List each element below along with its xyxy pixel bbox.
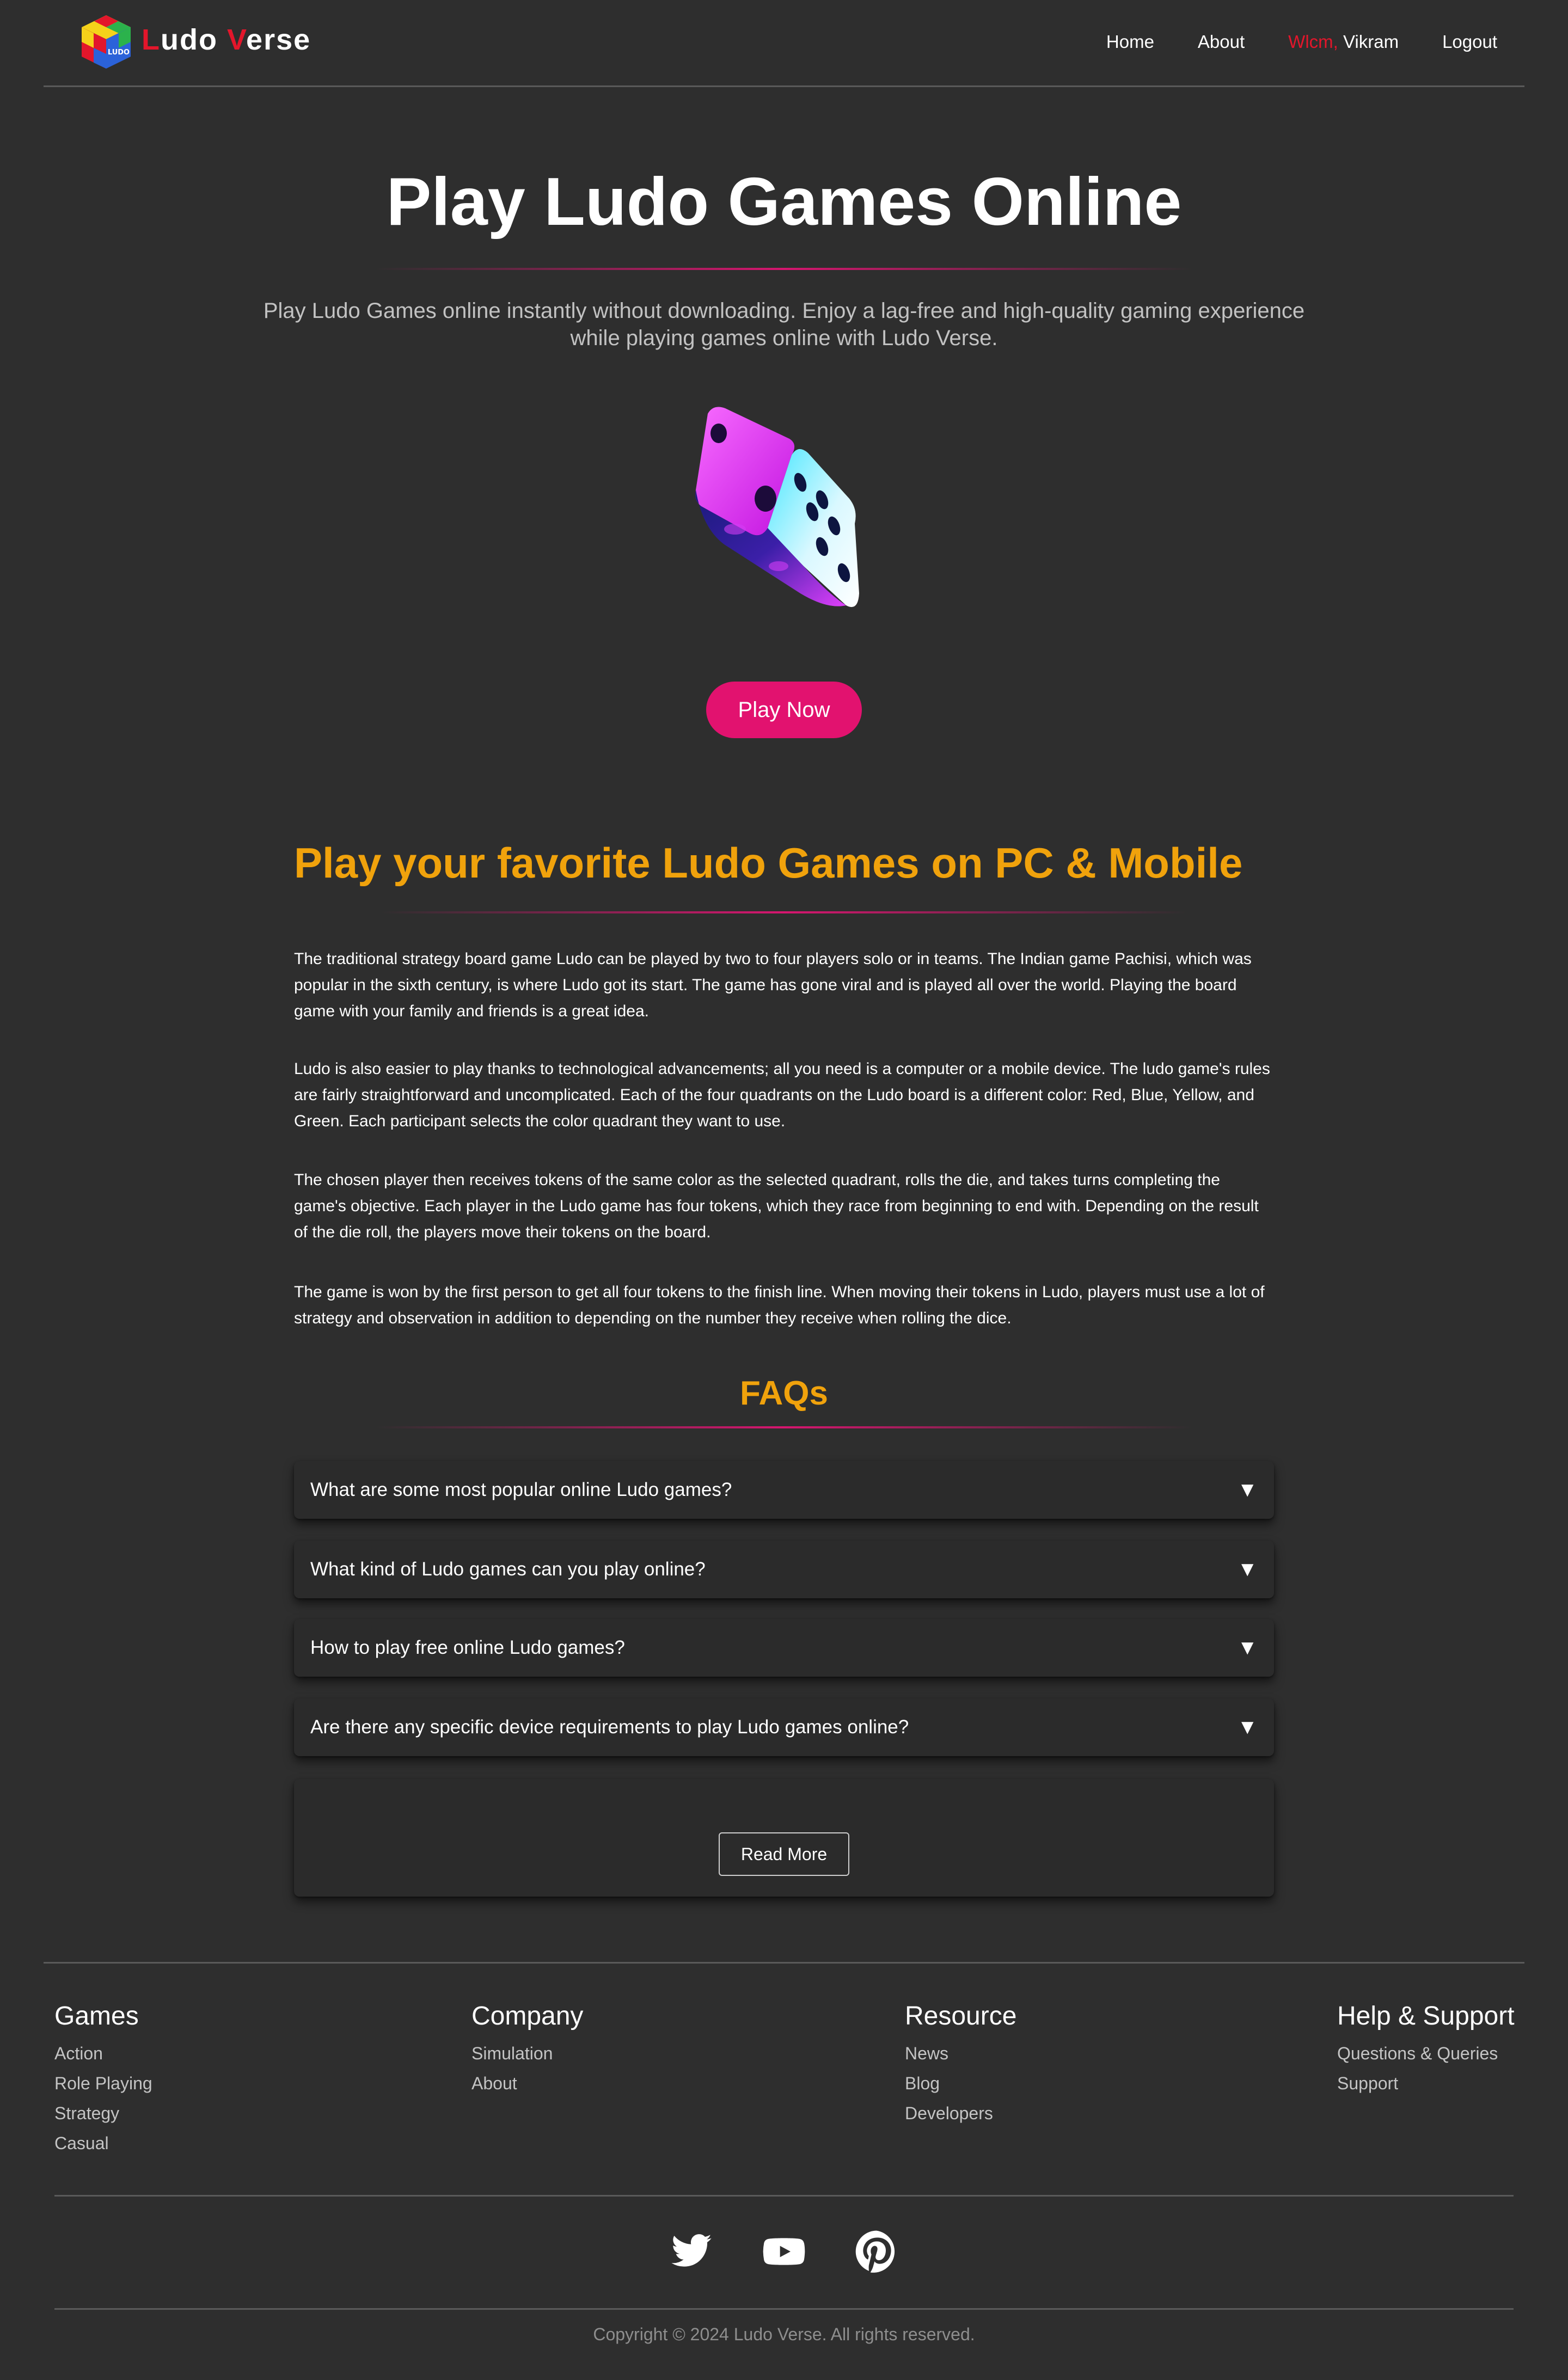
welcome-prefix: Wlcm, xyxy=(1288,32,1338,52)
ludo-cube-logo-icon[interactable]: LUDO xyxy=(76,12,136,73)
faq-item-2[interactable]: What kind of Ludo games can you play onl… xyxy=(294,1541,1274,1598)
about-paragraph-3: The chosen player then receives tokens o… xyxy=(294,1171,1259,1241)
site-header: LUDO Ludo Verse Home About Wlcm, Vikram … xyxy=(44,0,1524,87)
footer-link-casual[interactable]: Casual xyxy=(54,2128,152,2158)
chevron-down-icon[interactable]: ▼ xyxy=(1237,1479,1258,1502)
footer-link-blog[interactable]: Blog xyxy=(905,2069,1016,2099)
faq-question: Are there any specific device requiremen… xyxy=(310,1716,909,1738)
about-paragraph-4: The game is won by the first person to g… xyxy=(294,1283,1265,1327)
faq-divider xyxy=(376,1426,1192,1428)
brand-initial-v: V xyxy=(226,23,247,56)
brand-rest-erse: erse xyxy=(246,23,311,56)
footer-divider xyxy=(44,1962,1524,1964)
footer-column-games: Games Action Role Playing Strategy Casua… xyxy=(54,2001,152,2158)
section-divider xyxy=(381,911,1187,913)
footer-social-divider-bottom xyxy=(54,2308,1514,2310)
faq-read-more-panel: Read More xyxy=(294,1779,1274,1897)
footer-column-resource: Resource News Blog Developers xyxy=(905,2001,1016,2128)
about-paragraph-1: The traditional strategy board game Ludo… xyxy=(294,950,1252,1020)
brand-initial-l: L xyxy=(142,23,161,56)
footer-heading: Games xyxy=(54,2002,139,2031)
copyright-text: Copyright © 2024 Ludo Verse. All rights … xyxy=(593,2324,975,2344)
brand-name[interactable]: Ludo Verse xyxy=(142,23,311,57)
hero-title: Play Ludo Games Online xyxy=(386,164,1182,240)
faq-item-1[interactable]: What are some most popular online Ludo g… xyxy=(294,1461,1274,1519)
footer-column-company: Company Simulation About xyxy=(471,2001,583,2099)
nav-user-link[interactable]: Wlcm, Vikram xyxy=(1288,32,1399,52)
nav-logout-link[interactable]: Logout xyxy=(1442,32,1497,52)
footer-link-news[interactable]: News xyxy=(905,2039,1016,2069)
faq-item-3[interactable]: How to play free online Ludo games? ▼ xyxy=(294,1619,1274,1677)
main-nav: Home About Wlcm, Vikram Logout xyxy=(1106,32,1497,52)
chevron-down-icon[interactable]: ▼ xyxy=(1237,1636,1258,1660)
pinterest-icon[interactable] xyxy=(855,2230,898,2273)
play-now-button[interactable]: Play Now xyxy=(706,682,862,738)
twitter-icon[interactable] xyxy=(670,2230,713,2273)
footer-column-help-support: Help & Support Questions & Queries Suppo… xyxy=(1337,2001,1515,2099)
chevron-down-icon[interactable]: ▼ xyxy=(1237,1716,1258,1739)
faq-item-4[interactable]: Are there any specific device requiremen… xyxy=(294,1698,1274,1756)
section-title-pc-mobile: Play your favorite Ludo Games on PC & Mo… xyxy=(294,839,1243,887)
footer-link-simulation[interactable]: Simulation xyxy=(471,2039,583,2069)
username: Vikram xyxy=(1343,32,1399,52)
footer-social-divider-top xyxy=(54,2195,1514,2197)
footer-link-about[interactable]: About xyxy=(471,2069,583,2099)
footer-link-developers[interactable]: Developers xyxy=(905,2099,1016,2128)
faq-question: What are some most popular online Ludo g… xyxy=(310,1479,732,1500)
logo-cube-label: LUDO xyxy=(108,48,130,57)
footer-link-questions-queries[interactable]: Questions & Queries xyxy=(1337,2039,1515,2069)
dice-image xyxy=(691,403,877,621)
faq-question: How to play free online Ludo games? xyxy=(310,1637,625,1658)
faq-question: What kind of Ludo games can you play onl… xyxy=(310,1559,706,1580)
footer-link-strategy[interactable]: Strategy xyxy=(54,2099,152,2128)
footer-link-support[interactable]: Support xyxy=(1337,2069,1515,2099)
hero-subtitle: Play Ludo Games online instantly without… xyxy=(263,299,1305,350)
footer-link-action[interactable]: Action xyxy=(54,2039,152,2069)
read-more-button[interactable]: Read More xyxy=(719,1832,849,1876)
youtube-icon[interactable] xyxy=(762,2230,806,2273)
footer-link-role-playing[interactable]: Role Playing xyxy=(54,2069,152,2099)
footer-heading: Company xyxy=(471,2002,584,2031)
chevron-down-icon[interactable]: ▼ xyxy=(1237,1558,1258,1581)
brand-rest-udo: udo xyxy=(161,23,218,56)
nav-about-link[interactable]: About xyxy=(1198,32,1245,52)
faq-title: FAQs xyxy=(740,1375,828,1412)
footer-heading: Help & Support xyxy=(1337,2002,1515,2031)
nav-home-link[interactable]: Home xyxy=(1106,32,1154,52)
footer-heading: Resource xyxy=(905,2002,1017,2031)
about-paragraph-2: Ludo is also easier to play thanks to te… xyxy=(294,1060,1270,1130)
hero-divider xyxy=(376,268,1192,270)
